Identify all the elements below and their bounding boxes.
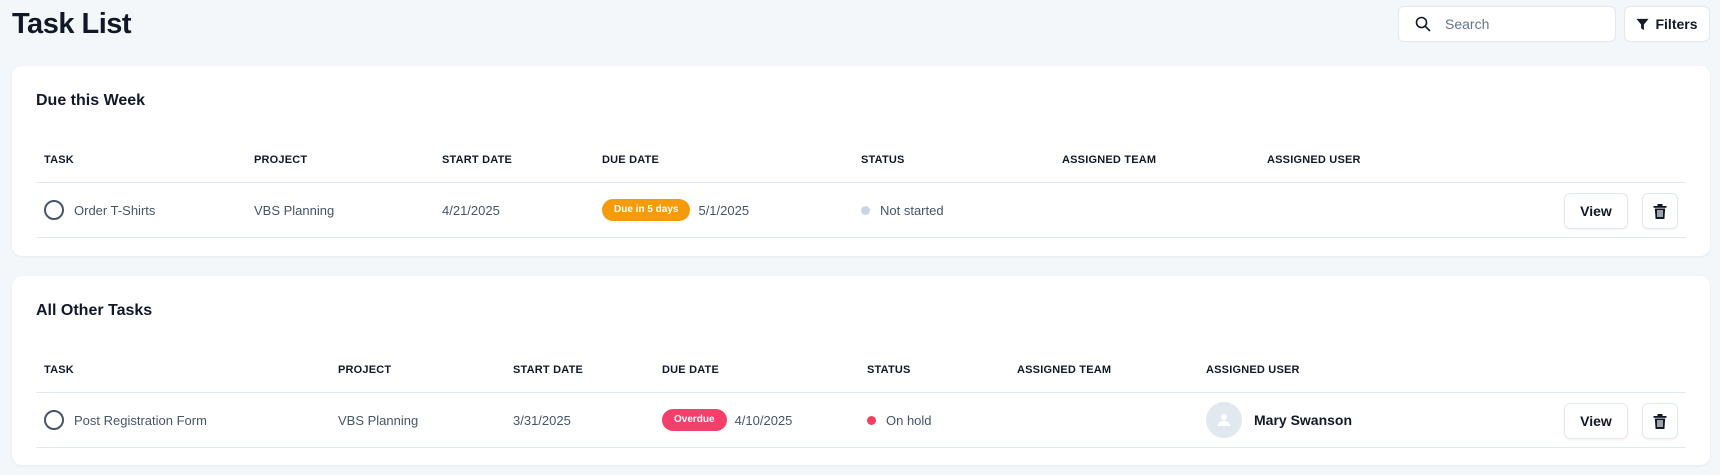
complete-task-checkbox[interactable]	[44, 200, 64, 220]
trash-icon	[1653, 413, 1667, 429]
status-label: Not started	[880, 202, 944, 218]
filter-icon	[1636, 18, 1650, 30]
column-header-status: Status	[867, 364, 911, 376]
column-header-assigned-user: Assigned User	[1267, 154, 1361, 166]
search-box[interactable]	[1398, 6, 1616, 42]
filters-label: Filters	[1655, 16, 1698, 32]
project-cell: VBS Planning	[254, 202, 335, 218]
due-date: 4/10/2025	[734, 412, 793, 428]
status-cell: Not started	[861, 183, 944, 237]
task-cell: Order T-Shirts	[36, 183, 155, 237]
table-row: Post Registration Form VBS Planning 3/31…	[36, 393, 1686, 448]
due-soon-badge: Due in 5 days	[602, 199, 691, 221]
section-title: Due this Week	[36, 92, 146, 109]
start-date-cell: 3/31/2025	[513, 412, 571, 428]
trash-icon	[1653, 203, 1667, 219]
search-input[interactable]	[1445, 16, 1615, 32]
column-header-project: Project	[254, 154, 308, 166]
status-dot	[861, 205, 870, 215]
column-header-due-date: Due Date	[602, 154, 660, 166]
task-name[interactable]: Post Registration Form	[74, 413, 207, 428]
column-header-status: Status	[861, 154, 905, 166]
search-icon	[1415, 16, 1431, 32]
column-header-assigned-team: Assigned Team	[1062, 154, 1157, 166]
overdue-badge: Overdue	[662, 409, 727, 431]
section-all-other-tasks: All Other Tasks Task Project Start Date …	[12, 276, 1710, 465]
task-cell: Post Registration Form	[36, 393, 207, 447]
column-header-project: Project	[338, 364, 392, 376]
delete-button[interactable]	[1642, 193, 1678, 229]
column-header-due-date: Due Date	[662, 364, 720, 376]
page-header: Task List Filters	[0, 0, 1720, 50]
page-title: Task List	[12, 8, 132, 40]
status-dot	[867, 415, 876, 425]
avatar	[1206, 402, 1242, 438]
column-header-start-date: Start Date	[442, 154, 513, 166]
column-header-assigned-user: Assigned User	[1206, 364, 1300, 376]
due-date-cell: Due in 5 days 5/1/2025	[602, 183, 749, 237]
table-header: Task Project Start Date Due Date Status …	[36, 352, 1686, 393]
task-name[interactable]: Order T-Shirts	[74, 203, 155, 218]
start-date-cell: 4/21/2025	[442, 202, 500, 218]
section-due-this-week: Due this Week Task Project Start Date Du…	[12, 66, 1710, 256]
column-header-task: Task	[44, 154, 74, 166]
due-date-cell: Overdue 4/10/2025	[662, 393, 792, 447]
column-header-assigned-team: Assigned Team	[1017, 364, 1112, 376]
status-cell: On hold	[867, 393, 932, 447]
complete-task-checkbox[interactable]	[44, 410, 64, 430]
column-header-task: Task	[44, 364, 74, 376]
view-button[interactable]: View	[1564, 403, 1628, 439]
status-label: On hold	[886, 412, 932, 428]
assigned-user-cell: Mary Swanson	[1206, 393, 1352, 447]
delete-button[interactable]	[1642, 403, 1678, 439]
project-cell: VBS Planning	[338, 412, 419, 428]
table-header: Task Project Start Date Due Date Status …	[36, 142, 1686, 183]
assigned-user-name: Mary Swanson	[1254, 412, 1353, 428]
view-button[interactable]: View	[1564, 193, 1628, 229]
user-icon	[1218, 414, 1230, 426]
column-header-start-date: Start Date	[513, 364, 584, 376]
due-date: 5/1/2025	[698, 202, 750, 218]
section-title: All Other Tasks	[36, 302, 153, 319]
table-row: Order T-Shirts VBS Planning 4/21/2025 Du…	[36, 183, 1686, 238]
filters-button[interactable]: Filters	[1624, 6, 1710, 42]
